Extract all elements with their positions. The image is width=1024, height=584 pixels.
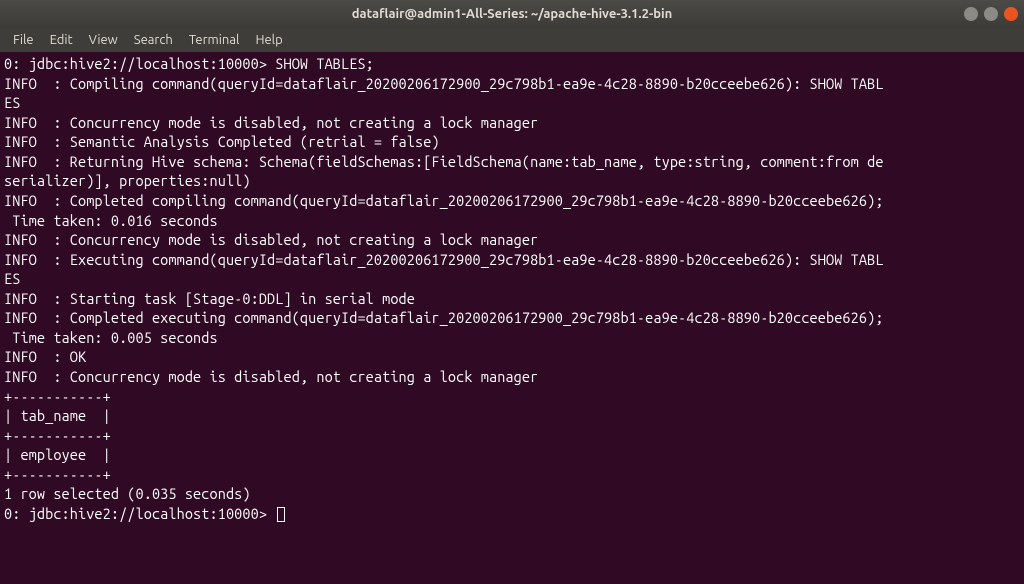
out-line: INFO : OK bbox=[4, 348, 86, 365]
menu-search[interactable]: Search bbox=[127, 31, 180, 49]
table-border: +-----------+ bbox=[4, 427, 111, 444]
out-line: INFO : Concurrency mode is disabled, not… bbox=[4, 231, 538, 248]
out-line: INFO : Semantic Analysis Completed (retr… bbox=[4, 133, 440, 150]
cursor-icon bbox=[277, 507, 285, 522]
maximize-button[interactable] bbox=[984, 7, 998, 21]
window-controls bbox=[964, 7, 1018, 21]
out-line: INFO : Concurrency mode is disabled, not… bbox=[4, 368, 538, 385]
out-line: ES bbox=[4, 94, 20, 111]
out-line: INFO : Executing command(queryId=datafla… bbox=[4, 251, 884, 268]
out-line: INFO : Compiling command(queryId=datafla… bbox=[4, 75, 884, 92]
out-line: INFO : Completed compiling command(query… bbox=[4, 192, 884, 209]
menu-file[interactable]: File bbox=[6, 31, 41, 49]
close-button[interactable] bbox=[1004, 7, 1018, 21]
out-line: INFO : Returning Hive schema: Schema(fie… bbox=[4, 153, 884, 170]
table-header: | tab_name | bbox=[4, 407, 111, 424]
window-title: dataflair@admin1-All-Series: ~/apache-hi… bbox=[352, 7, 672, 21]
menu-edit[interactable]: Edit bbox=[43, 31, 80, 49]
table-border: +-----------+ bbox=[4, 466, 111, 483]
out-line: ES bbox=[4, 270, 20, 287]
menu-bar: File Edit View Search Terminal Help bbox=[0, 28, 1024, 52]
menu-terminal[interactable]: Terminal bbox=[182, 31, 247, 49]
out-line: 0: jdbc:hive2://localhost:10000> SHOW TA… bbox=[4, 55, 374, 72]
window-titlebar: dataflair@admin1-All-Series: ~/apache-hi… bbox=[0, 0, 1024, 28]
menu-help[interactable]: Help bbox=[248, 31, 289, 49]
result-summary: 1 row selected (0.035 seconds) bbox=[4, 485, 251, 502]
table-row: | employee | bbox=[4, 446, 111, 463]
terminal-output[interactable]: 0: jdbc:hive2://localhost:10000> SHOW TA… bbox=[0, 52, 1024, 526]
out-line: INFO : Completed executing command(query… bbox=[4, 309, 884, 326]
prompt: 0: jdbc:hive2://localhost:10000> bbox=[4, 505, 275, 522]
minimize-button[interactable] bbox=[964, 7, 978, 21]
table-border: +-----------+ bbox=[4, 388, 111, 405]
out-line: INFO : Starting task [Stage-0:DDL] in se… bbox=[4, 290, 415, 307]
out-line: INFO : Concurrency mode is disabled, not… bbox=[4, 114, 538, 131]
menu-view[interactable]: View bbox=[82, 31, 125, 49]
out-line: serializer)], properties:null) bbox=[4, 172, 251, 189]
out-line: Time taken: 0.005 seconds bbox=[4, 329, 218, 346]
out-line: Time taken: 0.016 seconds bbox=[4, 212, 218, 229]
